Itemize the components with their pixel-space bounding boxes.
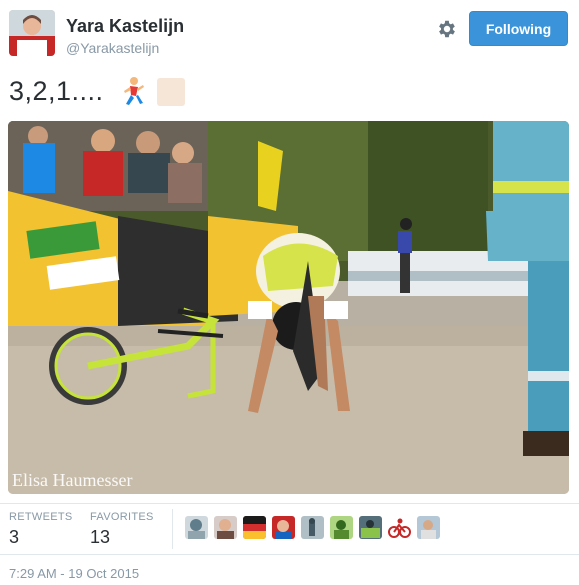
tweet-photo[interactable]: Elisa Haumesser [8, 121, 569, 494]
tweet-text: 3,2,1.... [9, 76, 104, 106]
skin-tone-modifier-icon [157, 78, 185, 106]
favoriter-avatar[interactable] [243, 516, 266, 539]
photo-watermark: Elisa Haumesser [12, 470, 133, 490]
divider [0, 554, 579, 555]
favoriter-avatars [185, 516, 440, 539]
retweets-count: 3 [9, 527, 20, 547]
retweets-stat[interactable]: RETWEETS 3 [9, 511, 73, 548]
favoriter-avatar[interactable] [185, 516, 208, 539]
favoriter-avatar[interactable] [359, 516, 382, 539]
retweets-label: RETWEETS [9, 511, 73, 523]
favorites-stat[interactable]: FAVORITES 13 [90, 511, 154, 548]
favoriter-avatar[interactable] [330, 516, 353, 539]
favoriter-avatar[interactable] [214, 516, 237, 539]
user-name[interactable]: Yara Kastelijn [66, 16, 184, 37]
favoriter-avatar[interactable] [301, 516, 324, 539]
user-handle[interactable]: @Yarakastelijn [66, 40, 159, 56]
gear-icon[interactable] [436, 18, 458, 40]
cyclist-crawling-photo-icon [8, 121, 569, 494]
following-button[interactable]: Following [469, 11, 568, 46]
profile-photo-icon [9, 10, 55, 56]
stats-separator [172, 509, 173, 549]
tweet-timestamp[interactable]: 7:29 AM - 19 Oct 2015 [9, 566, 139, 581]
favorites-count: 13 [90, 527, 111, 547]
favorites-label: FAVORITES [90, 511, 154, 523]
avatar[interactable] [9, 10, 55, 56]
favoriter-avatar[interactable] [272, 516, 295, 539]
divider [0, 503, 579, 504]
favoriter-avatar[interactable] [388, 516, 411, 539]
runner-emoji-icon [120, 76, 146, 108]
favoriter-avatar[interactable] [417, 516, 440, 539]
